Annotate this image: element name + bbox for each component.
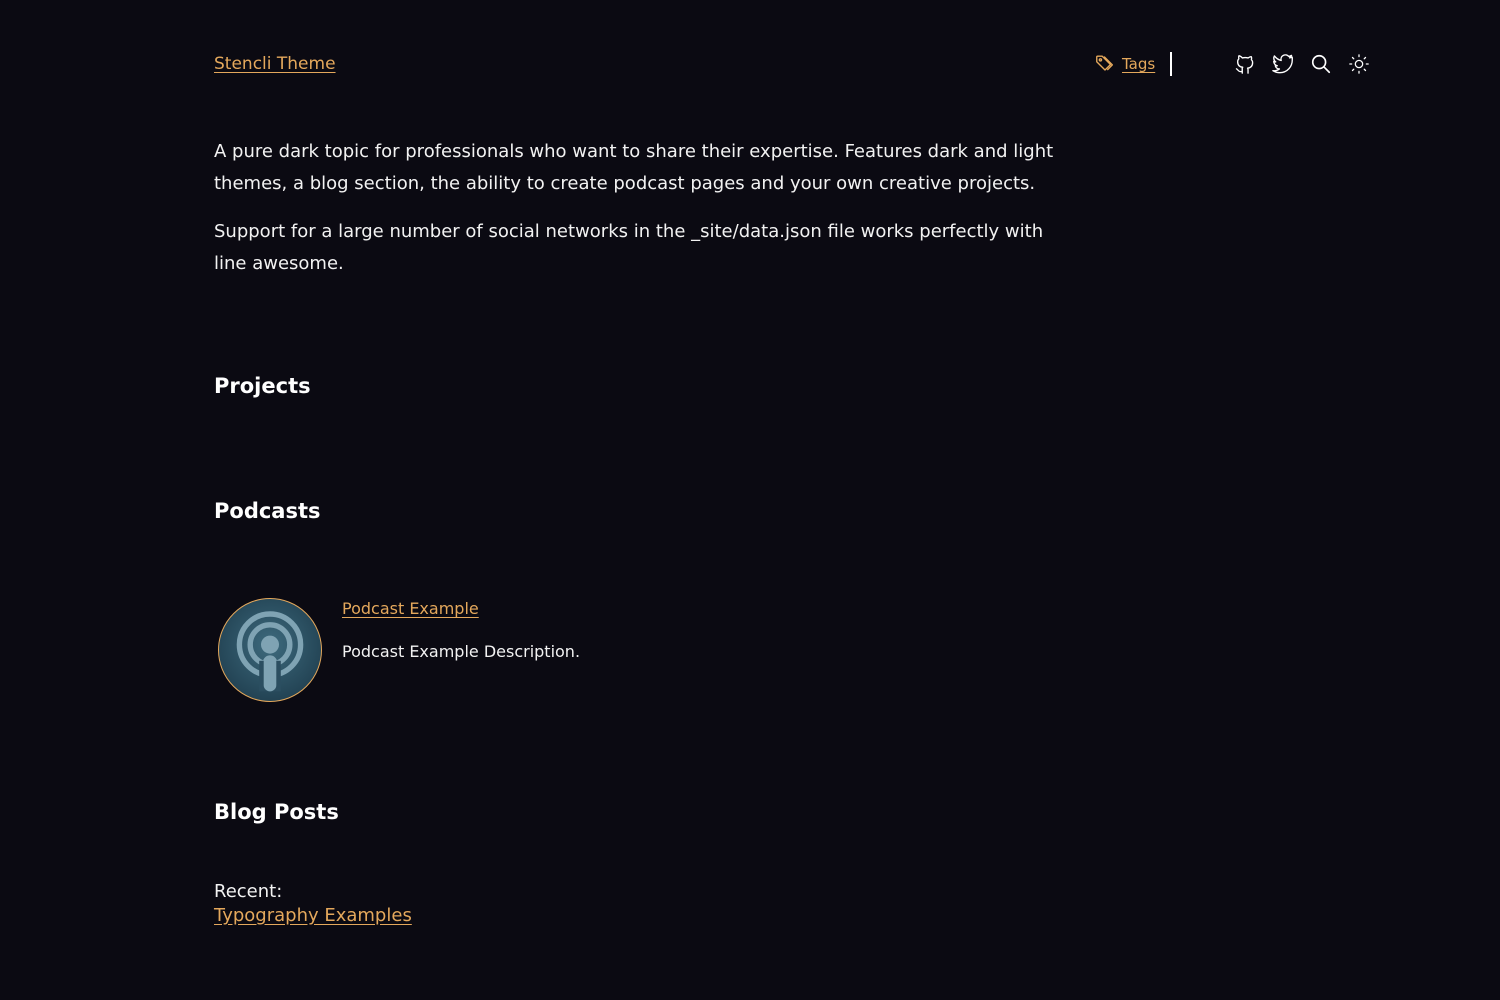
podcast-icon xyxy=(236,611,304,692)
intro-paragraph: A pure dark topic for professionals who … xyxy=(214,141,1054,194)
intro-paragraph: Support for a large number of social net… xyxy=(214,221,1044,274)
intro: A pure dark topic for professionals who … xyxy=(214,136,1054,296)
search-icon xyxy=(1311,54,1331,74)
blog-heading: Blog Posts xyxy=(214,800,339,824)
page: Stencli Theme Tags A pure dark topic for… xyxy=(0,0,1500,1000)
tag-icon xyxy=(1096,55,1114,71)
twitter-icon xyxy=(1272,54,1293,74)
github-icon xyxy=(1235,55,1254,74)
github-button[interactable] xyxy=(1233,52,1257,76)
header-icons xyxy=(1233,50,1371,78)
theme-toggle-button[interactable] xyxy=(1347,52,1371,76)
podcast-card: Podcast Example Podcast Example Descript… xyxy=(218,598,580,702)
podcasts-heading: Podcasts xyxy=(214,499,321,523)
nav-divider xyxy=(1170,52,1172,76)
sun-icon xyxy=(1349,54,1369,74)
search-button[interactable] xyxy=(1309,52,1333,76)
tags-link[interactable]: Tags xyxy=(1094,53,1155,75)
twitter-button[interactable] xyxy=(1271,52,1295,76)
podcast-artwork[interactable] xyxy=(218,598,322,702)
recent-label: Recent: xyxy=(214,881,283,902)
site-title-link[interactable]: Stencli Theme xyxy=(214,52,336,76)
podcast-description: Podcast Example Description. xyxy=(342,642,581,661)
main-nav: Tags xyxy=(1094,50,1172,78)
podcast-title-link[interactable]: Podcast Example xyxy=(342,598,580,620)
podcast-info: Podcast Example Podcast Example Descript… xyxy=(342,598,580,702)
recent-post-link[interactable]: Typography Examples xyxy=(214,904,412,928)
tags-label: Tags xyxy=(1122,55,1156,73)
projects-heading: Projects xyxy=(214,374,311,398)
